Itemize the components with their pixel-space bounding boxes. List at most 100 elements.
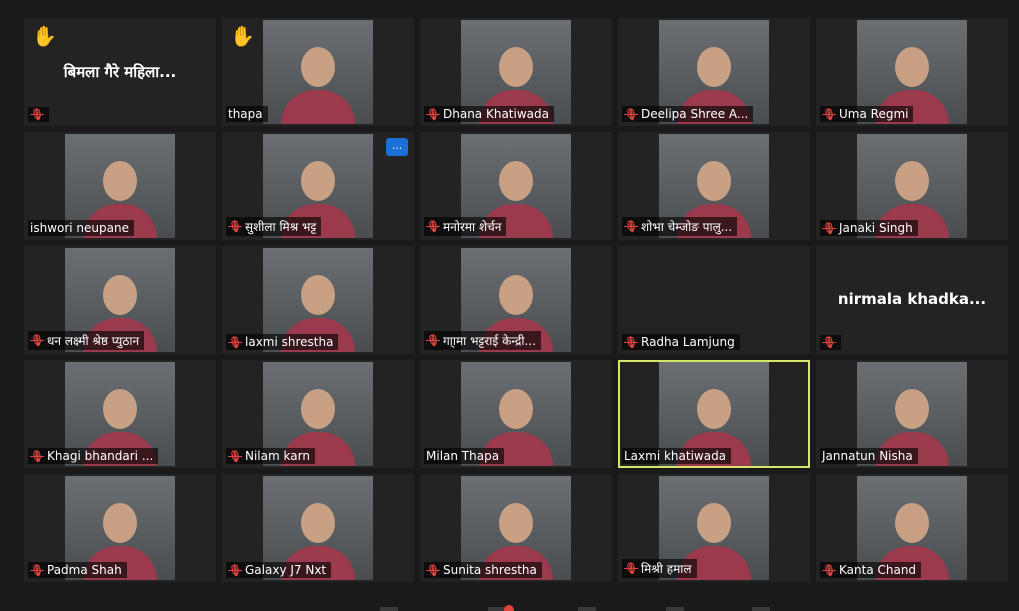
participant-name: Radha Lamjung (641, 335, 735, 349)
participant-name: Laxmi khatiwada (624, 449, 727, 463)
participant-label: 🎙 (28, 107, 49, 122)
participant-head (499, 161, 533, 202)
participant-label: 🎙 Uma Regmi (820, 106, 914, 122)
participant-head (301, 275, 335, 316)
participant-head (499, 389, 533, 430)
participant-head (895, 389, 929, 430)
participant-label: 🎙 Deelipa Shree A... (622, 106, 754, 122)
participant-tile[interactable]: Laxmi khatiwada (618, 360, 810, 468)
participant-label: 🎙 Khagi bhandari ... (28, 448, 159, 464)
participant-head (103, 503, 137, 544)
participant-video (263, 20, 373, 124)
participant-name: Milan Thapa (426, 449, 500, 463)
participant-tile[interactable]: 🎙 Galaxy J7 Nxt (222, 474, 414, 582)
participant-head (103, 161, 137, 202)
participant-label: 🎙 शोभा चेम्जोङ पालु... (622, 217, 738, 236)
participant-head (895, 161, 929, 202)
mic-off-icon: 🎙 (624, 220, 638, 233)
participant-tile[interactable]: 🎙 मनोरमा शेर्चन (420, 132, 612, 240)
participant-name: Uma Regmi (839, 107, 909, 121)
participant-tile[interactable]: 🎙 मिश्री हमाल (618, 474, 810, 582)
mic-off-icon: 🎙 (30, 563, 44, 577)
reactions-icon[interactable] (752, 607, 770, 611)
participants-count-badge (504, 605, 514, 611)
participant-name: धन लक्ष्मी श्रेष्ठ प्युठान (47, 334, 140, 348)
mic-off-icon: 🎙 (822, 221, 836, 235)
participant-name: गा्ामा भट्टराई केन्द्री... (443, 334, 536, 348)
participant-label: 🎙 Nilam karn (226, 448, 315, 464)
participant-name: thapa (228, 107, 263, 121)
mic-off-icon: 🎙 (228, 335, 242, 349)
participant-label: 🎙 Radha Lamjung (622, 334, 740, 350)
participant-tile[interactable]: ... 🎙 सुशीला मिश्र भट्ट (222, 132, 414, 240)
raised-hand-icon: ✋ (32, 24, 57, 48)
participant-tile[interactable]: 🎙 Deelipa Shree A... (618, 18, 810, 126)
participant-tile[interactable]: 🎙 शोभा चेम्जोङ पालु... (618, 132, 810, 240)
participant-label: 🎙 गा्ामा भट्टराई केन्द्री... (424, 331, 541, 350)
participant-head (697, 47, 731, 88)
participant-name: Padma Shah (47, 563, 122, 577)
raised-hand-icon: ✋ (230, 24, 255, 48)
participant-label: 🎙 Sunita shrestha (424, 562, 542, 578)
participant-head (499, 503, 533, 544)
participant-head (499, 47, 533, 88)
participant-tile[interactable]: 🎙 Sunita shrestha (420, 474, 612, 582)
participant-tile[interactable]: ✋ thapa (222, 18, 414, 126)
participant-tile[interactable]: 🎙 Dhana Khatiwada (420, 18, 612, 126)
participant-head (697, 503, 731, 544)
participant-tile[interactable]: 🎙 Radha Lamjung (618, 246, 810, 354)
mic-off-icon: 🎙 (822, 563, 836, 577)
participant-head (697, 389, 731, 430)
participant-head (499, 275, 533, 316)
participant-label: 🎙 (820, 335, 841, 350)
mic-off-icon: 🎙 (822, 336, 836, 349)
participant-label: Milan Thapa (424, 448, 505, 464)
participant-head (103, 275, 137, 316)
participant-tile[interactable]: ishwori neupane (24, 132, 216, 240)
participant-label: 🎙 Padma Shah (28, 562, 127, 578)
mic-off-icon: 🎙 (426, 220, 440, 233)
participant-name: Deelipa Shree A... (641, 107, 749, 121)
participant-name: मिश्री हमाल (641, 562, 692, 576)
participant-tile[interactable]: 🎙 Padma Shah (24, 474, 216, 582)
participant-name: मनोरमा शेर्चन (443, 220, 502, 234)
participant-tile[interactable]: 🎙 Nilam karn (222, 360, 414, 468)
participant-tile[interactable]: ✋ बिमला गैरे महिला... 🎙 (24, 18, 216, 126)
mute-icon[interactable] (380, 607, 398, 611)
participant-tile[interactable]: 🎙 Kanta Chand (816, 474, 1008, 582)
participant-name: Nilam karn (245, 449, 310, 463)
mic-off-icon: 🎙 (624, 562, 638, 575)
participant-name: Jannatun Nisha (822, 449, 913, 463)
mic-off-icon: 🎙 (624, 335, 638, 349)
record-icon[interactable] (666, 607, 684, 611)
participant-tile[interactable]: 🎙 गा्ामा भट्टराई केन्द्री... (420, 246, 612, 354)
participant-head (103, 389, 137, 430)
participant-label: 🎙 Janaki Singh (820, 220, 918, 236)
participant-head (301, 161, 335, 202)
participant-name: Janaki Singh (839, 221, 913, 235)
more-options-icon[interactable]: ... (386, 138, 408, 156)
participant-head (301, 47, 335, 88)
participant-head (301, 389, 335, 430)
share-screen-icon[interactable] (578, 607, 596, 611)
participant-tile[interactable]: 🎙 Khagi bhandari ... (24, 360, 216, 468)
mic-off-icon: 🎙 (30, 108, 44, 121)
participant-label: ishwori neupane (28, 220, 134, 236)
participant-tile[interactable]: 🎙 Uma Regmi (816, 18, 1008, 126)
mic-off-icon: 🎙 (624, 107, 638, 121)
participant-label: Jannatun Nisha (820, 448, 918, 464)
participant-tile[interactable]: 🎙 धन लक्ष्मी श्रेष्ठ प्युठान (24, 246, 216, 354)
participant-name: सुशीला मिश्र भट्ट (245, 220, 317, 234)
participant-tile[interactable]: Jannatun Nisha (816, 360, 1008, 468)
participant-tile[interactable]: Milan Thapa (420, 360, 612, 468)
gallery-grid: ✋ बिमला गैरे महिला... 🎙 ✋ thapa 🎙 Dhana Khatiw… (24, 18, 1008, 582)
participant-label: thapa (226, 106, 268, 122)
participant-name: ishwori neupane (30, 221, 129, 235)
mic-off-icon: 🎙 (426, 107, 440, 121)
participant-label: 🎙 Kanta Chand (820, 562, 922, 578)
mic-off-icon: 🎙 (822, 107, 836, 121)
participant-tile[interactable]: 🎙 Janaki Singh (816, 132, 1008, 240)
participant-tile[interactable]: nirmala khadka... 🎙 (816, 246, 1008, 354)
participant-tile[interactable]: 🎙 laxmi shrestha (222, 246, 414, 354)
participant-label: 🎙 धन लक्ष्मी श्रेष्ठ प्युठान (28, 331, 145, 350)
